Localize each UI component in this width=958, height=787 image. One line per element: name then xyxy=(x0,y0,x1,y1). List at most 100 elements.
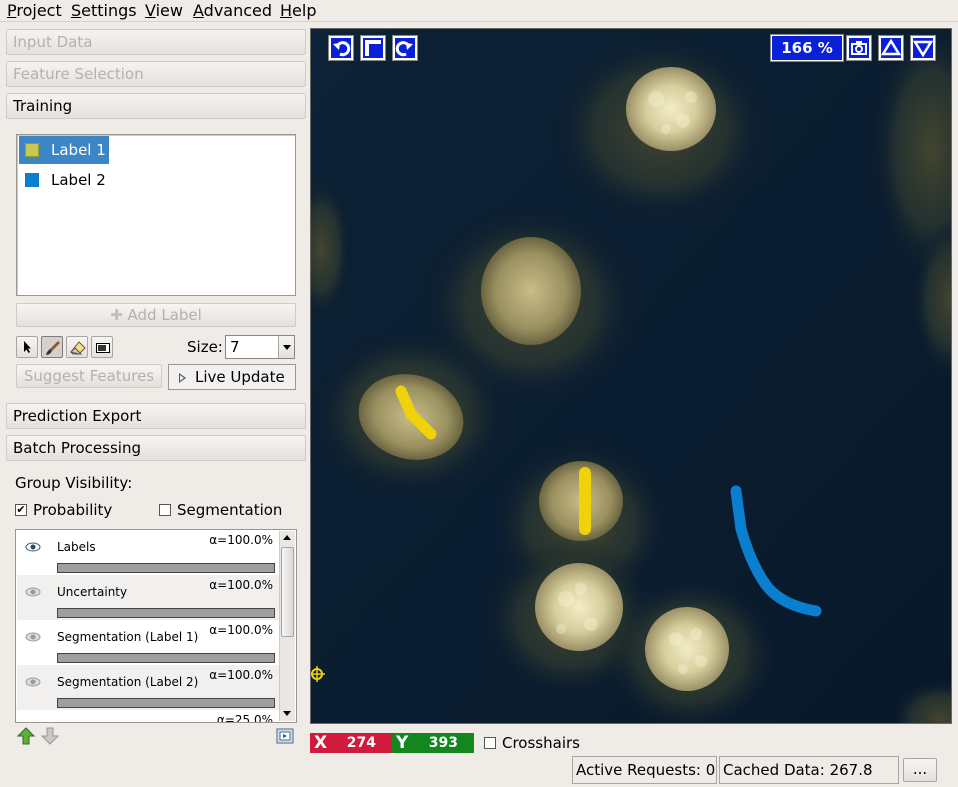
menu-help[interactable]: Help xyxy=(280,1,316,21)
eye-icon[interactable] xyxy=(25,542,41,552)
label-name: Label 2 xyxy=(51,171,106,189)
segmentation-checkbox[interactable] xyxy=(159,504,171,516)
layer-row[interactable]: Uncertainty α=100.0% xyxy=(17,575,279,620)
camera-icon xyxy=(851,41,867,55)
layer-opacity: α=25.0% xyxy=(216,713,273,723)
navigation-tool-button[interactable] xyxy=(16,336,38,358)
menu-bar: Project Settings View Advanced Help xyxy=(0,0,958,22)
x-coordinate[interactable]: X 274 xyxy=(310,733,392,753)
suggest-features-button[interactable]: Suggest Features xyxy=(16,364,162,388)
applet-feature-selection[interactable]: Feature Selection xyxy=(6,61,306,87)
eye-icon[interactable] xyxy=(25,587,41,597)
scrollbar-thumb[interactable] xyxy=(281,547,294,637)
layer-list[interactable]: Labels α=100.0% Uncertainty α=100.0% Seg… xyxy=(15,529,297,723)
active-requests: Active Requests: 0 xyxy=(572,756,717,784)
microscopy-image[interactable] xyxy=(311,29,952,724)
layer-name: Labels xyxy=(57,540,96,554)
cell-nucleus xyxy=(645,607,729,691)
plus-icon: ✚ xyxy=(110,306,128,324)
probability-label: Probability xyxy=(33,501,113,519)
slice-up-button[interactable] xyxy=(878,35,904,61)
label-item-1[interactable]: Label 1 xyxy=(19,136,109,164)
layer-name: Uncertainty xyxy=(57,585,128,599)
snapshot-button[interactable] xyxy=(846,35,872,61)
eye-icon[interactable] xyxy=(25,677,41,687)
layer-opacity: α=100.0% xyxy=(209,623,273,637)
move-layer-up-icon[interactable] xyxy=(16,726,36,746)
applet-batch-processing[interactable]: Batch Processing xyxy=(6,435,306,461)
y-axis-label: Y xyxy=(396,733,409,753)
label-color-swatch[interactable] xyxy=(25,143,39,157)
play-icon xyxy=(179,373,186,383)
brush-tool-button[interactable] xyxy=(41,336,63,358)
label-item-2[interactable]: Label 2 xyxy=(19,166,106,194)
eye-icon[interactable] xyxy=(25,632,41,642)
y-coordinate[interactable]: Y 393 xyxy=(392,733,474,753)
x-axis-label: X xyxy=(314,733,328,753)
layer-row[interactable]: Labels α=100.0% xyxy=(17,530,279,575)
layer-opacity-bar[interactable] xyxy=(57,563,275,573)
layer-opacity-bar[interactable] xyxy=(57,698,275,708)
probability-checkbox[interactable]: ✔ xyxy=(15,504,27,516)
menu-advanced[interactable]: Advanced xyxy=(193,1,272,21)
label-name: Label 1 xyxy=(51,141,106,159)
brush-size-combo[interactable]: 7 xyxy=(225,335,295,359)
layer-opacity: α=100.0% xyxy=(209,533,273,547)
layer-row[interactable]: α=25.0% xyxy=(17,710,279,723)
crosshairs-checkbox[interactable] xyxy=(484,737,496,749)
box-select-tool-button[interactable] xyxy=(91,336,113,358)
brush-size-value: 7 xyxy=(230,338,240,356)
status-more-button[interactable]: ... xyxy=(903,758,937,782)
redo-icon xyxy=(395,41,413,57)
cell-nucleus xyxy=(481,237,581,345)
menu-settings[interactable]: Settings xyxy=(71,1,137,21)
image-viewer[interactable]: 166 % xyxy=(310,28,952,724)
zoom-level[interactable]: 166 % xyxy=(770,34,844,62)
y-coordinate-value: 393 xyxy=(428,735,458,751)
box-select-icon xyxy=(96,343,110,353)
applet-prediction-export[interactable]: Prediction Export xyxy=(6,403,306,429)
navigation-arrow-icon xyxy=(24,341,31,353)
brush-icon xyxy=(46,341,60,355)
layer-opacity: α=100.0% xyxy=(209,578,273,592)
label-list[interactable]: Label 1 Label 2 xyxy=(16,134,296,296)
down-icon xyxy=(913,40,933,58)
slice-down-button[interactable] xyxy=(910,35,936,61)
fit-view-icon xyxy=(365,40,381,56)
live-update-button[interactable]: Live Update xyxy=(168,364,296,390)
menu-project[interactable]: Project xyxy=(7,1,62,21)
layer-export-icon[interactable] xyxy=(275,726,295,746)
undo-icon xyxy=(333,41,351,57)
up-icon xyxy=(881,38,901,56)
x-coordinate-value: 274 xyxy=(346,735,376,751)
eraser-icon xyxy=(70,341,86,355)
layer-row[interactable]: Segmentation (Label 2) α=100.0% xyxy=(17,665,279,710)
crosshairs-label: Crosshairs xyxy=(502,734,580,752)
add-label-button[interactable]: ✚ Add Label xyxy=(16,303,296,327)
cached-data: Cached Data: 267.8 MB xyxy=(719,756,899,784)
layer-name: Segmentation (Label 1) xyxy=(57,630,199,644)
segmentation-label: Segmentation xyxy=(177,501,283,519)
redo-button[interactable] xyxy=(392,35,418,61)
size-label: Size: xyxy=(187,338,223,356)
layer-opacity-bar[interactable] xyxy=(57,608,275,618)
cell-nucleus xyxy=(535,563,623,651)
layer-opacity-bar[interactable] xyxy=(57,653,275,663)
menu-view[interactable]: View xyxy=(145,1,183,21)
layer-name: Segmentation (Label 2) xyxy=(57,675,199,689)
fit-view-button[interactable] xyxy=(360,35,386,61)
scroll-down-icon[interactable] xyxy=(280,707,295,721)
scroll-up-icon[interactable] xyxy=(280,531,295,545)
undo-button[interactable] xyxy=(328,35,354,61)
cell-nucleus xyxy=(626,67,716,151)
label-color-swatch[interactable] xyxy=(25,173,39,187)
applet-input-data[interactable]: Input Data xyxy=(6,29,306,55)
move-layer-down-icon[interactable] xyxy=(40,726,60,746)
eraser-tool-button[interactable] xyxy=(66,336,88,358)
layer-row[interactable]: Segmentation (Label 1) α=100.0% xyxy=(17,620,279,665)
chevron-down-icon[interactable] xyxy=(278,336,294,358)
layer-opacity: α=100.0% xyxy=(209,668,273,682)
applet-training[interactable]: Training xyxy=(6,93,306,119)
group-visibility-title: Group Visibility: xyxy=(15,474,133,492)
layer-list-scrollbar[interactable] xyxy=(279,531,295,721)
